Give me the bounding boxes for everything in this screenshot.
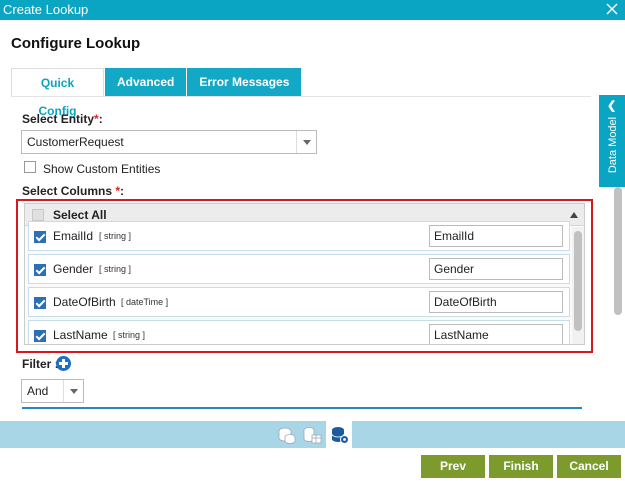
column-display-input[interactable]: LastName — [429, 324, 563, 344]
column-row: Gender [ string ] Gender — [28, 254, 570, 284]
show-custom-entities-checkbox[interactable] — [24, 161, 36, 173]
prev-button[interactable]: Prev — [421, 455, 485, 478]
page-title: Configure Lookup — [11, 35, 141, 52]
column-checkbox[interactable] — [34, 231, 46, 243]
column-name: LastName — [53, 328, 108, 342]
data-model-panel-tab[interactable]: ❮ Data Model — [599, 95, 625, 187]
column-checkbox[interactable] — [34, 264, 46, 276]
chevron-left-icon: ❮ — [607, 100, 617, 112]
column-display-input[interactable]: EmailId — [429, 225, 563, 247]
data-model-label: Data Model — [607, 116, 619, 174]
column-display-input[interactable]: DateOfBirth — [429, 291, 563, 313]
select-all-checkbox[interactable] — [32, 209, 44, 221]
tab-bar: Quick Config Advanced Error Messages — [11, 68, 302, 118]
entity-select[interactable]: CustomerRequest — [21, 130, 317, 154]
chevron-down-icon — [296, 131, 316, 153]
column-checkbox[interactable] — [34, 297, 46, 309]
scrollbar-thumb[interactable] — [574, 231, 582, 331]
column-display-input[interactable]: Gender — [429, 258, 563, 280]
select-columns-label: Select Columns *: — [22, 184, 124, 198]
column-name: EmailId — [53, 229, 94, 243]
show-custom-entities-label: Show Custom Entities — [43, 162, 161, 176]
select-columns-label-text: Select Columns — [22, 184, 113, 198]
columns-scrollbar[interactable] — [572, 227, 584, 344]
finish-button[interactable]: Finish — [489, 455, 553, 478]
column-type: [ string ] — [99, 231, 132, 241]
database-table-icon[interactable] — [302, 425, 322, 445]
tab-error-messages[interactable]: Error Messages — [186, 68, 302, 96]
column-name: DateOfBirth — [53, 295, 116, 309]
column-type: [ string ] — [113, 330, 146, 340]
column-row: DateOfBirth [ dateTime ] DateOfBirth — [28, 287, 570, 317]
column-type: [ string ] — [99, 264, 132, 274]
filter-operator-select[interactable]: And — [21, 379, 84, 403]
select-all-label: Select All — [53, 208, 107, 222]
page-scrollbar-thumb[interactable] — [614, 187, 622, 315]
dialog-title: Create Lookup — [3, 2, 89, 17]
column-row: EmailId [ string ] EmailId — [28, 221, 570, 251]
add-filter-icon[interactable] — [56, 356, 71, 371]
column-type: [ dateTime ] — [121, 297, 169, 307]
select-entity-label-text: Select Entity — [22, 112, 95, 126]
columns-panel: Select All EmailId [ string ] EmailId Ge… — [24, 203, 585, 345]
step-toolbar — [0, 421, 625, 448]
entity-select-value: CustomerRequest — [27, 135, 124, 149]
label-colon: : — [120, 184, 125, 198]
database-settings-icon[interactable] — [330, 425, 350, 445]
column-checkbox[interactable] — [34, 330, 46, 342]
label-colon: : — [98, 112, 103, 126]
filter-divider — [22, 407, 582, 409]
filter-label: Filter : — [22, 357, 59, 371]
close-icon[interactable] — [605, 1, 619, 17]
tab-advanced[interactable]: Advanced — [104, 68, 187, 96]
select-entity-label: Select Entity*: — [22, 112, 103, 126]
database-icon[interactable] — [277, 425, 297, 445]
column-row: LastName [ string ] LastName — [28, 320, 570, 344]
dialog-titlebar: Create Lookup — [0, 0, 625, 20]
column-name: Gender — [53, 262, 94, 276]
tab-quick-config[interactable]: Quick Config — [11, 68, 104, 118]
filter-operator-value: And — [27, 384, 49, 398]
collapse-arrow-icon[interactable] — [570, 212, 578, 218]
cancel-button[interactable]: Cancel — [557, 455, 621, 478]
tab-divider — [11, 96, 591, 97]
chevron-down-icon — [63, 380, 83, 402]
